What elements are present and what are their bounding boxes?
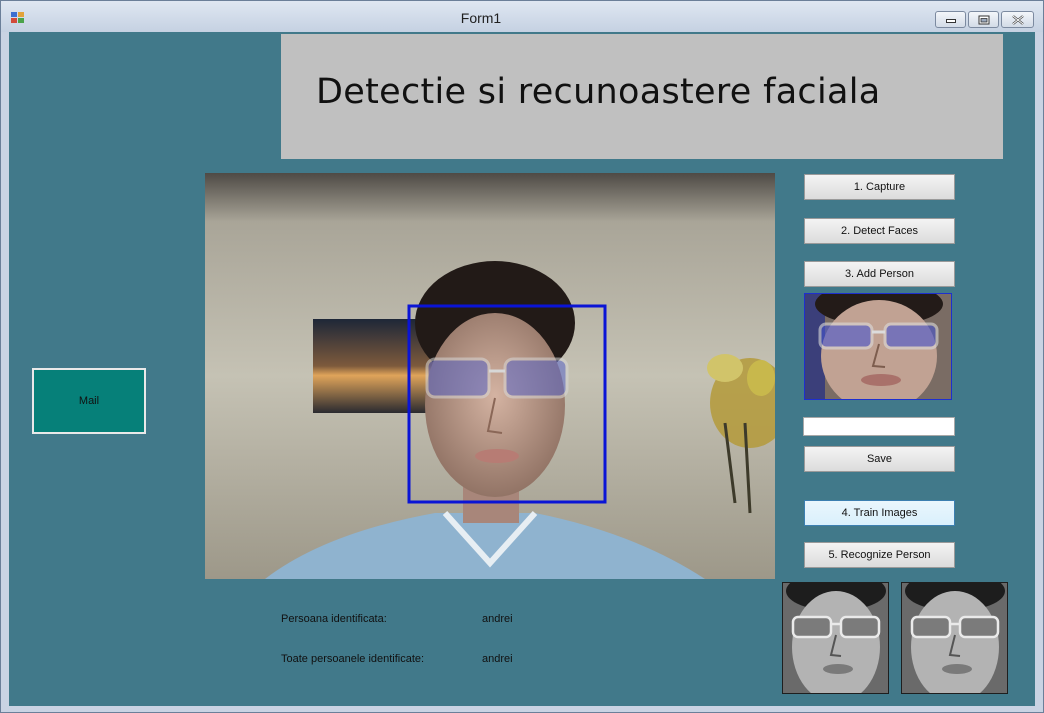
minimize-icon <box>945 18 956 23</box>
recognize-person-button[interactable]: 5. Recognize Person <box>804 542 955 568</box>
header-panel: Detectie si recunoastere faciala <box>281 34 1003 159</box>
detect-faces-button[interactable]: 2. Detect Faces <box>804 218 955 244</box>
restore-icon <box>978 15 989 24</box>
save-button[interactable]: Save <box>804 446 955 472</box>
restore-button[interactable] <box>968 11 999 28</box>
close-button[interactable] <box>1001 11 1034 28</box>
window-title: Form1 <box>460 10 502 26</box>
add-person-button[interactable]: 3. Add Person <box>804 261 955 287</box>
close-icon <box>1011 15 1024 24</box>
grayscale-face-thumbnail-1 <box>782 582 889 694</box>
grayscale-face-image-2 <box>902 583 1007 693</box>
detected-face-thumbnail <box>804 293 952 400</box>
camera-frame-image <box>205 173 775 579</box>
app-window: Form1 Detectie si recunoastere faciala M… <box>0 0 1044 713</box>
all-identified-value: andrei <box>482 653 513 665</box>
grayscale-face-thumbnail-2 <box>901 582 1008 694</box>
person-name-input[interactable] <box>803 417 955 436</box>
title-bar[interactable]: Form1 <box>1 1 1043 32</box>
capture-button[interactable]: 1. Capture <box>804 174 955 200</box>
identified-person-value: andrei <box>482 613 513 625</box>
mail-button[interactable]: Mail <box>32 368 146 434</box>
all-identified-label: Toate persoanele identificate: <box>281 653 425 665</box>
detected-face-image <box>805 294 951 399</box>
page-title: Detectie si recunoastere faciala <box>316 72 881 112</box>
grayscale-face-image-1 <box>783 583 888 693</box>
minimize-button[interactable] <box>935 11 966 28</box>
camera-preview[interactable] <box>205 173 775 579</box>
identified-person-label: Persoana identificata: <box>281 613 387 625</box>
train-images-button[interactable]: 4. Train Images <box>804 500 955 526</box>
form-client-area: Detectie si recunoastere faciala Mail 1.… <box>9 32 1035 706</box>
